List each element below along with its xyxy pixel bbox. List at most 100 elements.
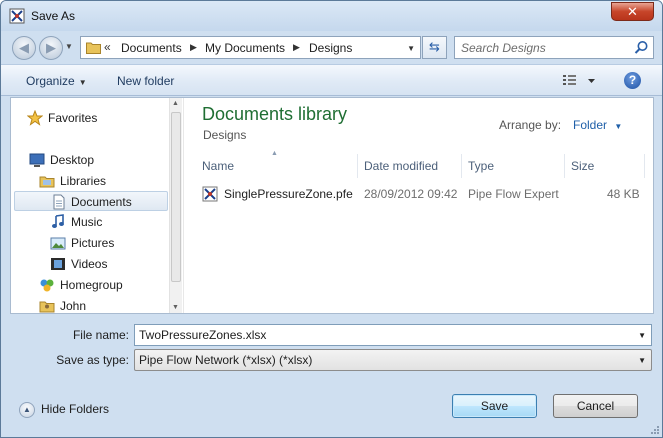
column-divider[interactable] — [357, 154, 358, 178]
column-label: Size — [571, 159, 595, 173]
help-icon[interactable]: ? — [624, 72, 641, 89]
window-title: Save As — [31, 9, 76, 23]
pipe-flow-file-icon — [202, 186, 218, 202]
forward-button[interactable]: ▶ — [39, 36, 63, 60]
app-icon — [9, 8, 25, 24]
table-row[interactable]: SinglePressureZone.pfe 28/09/2012 09:42 … — [202, 183, 647, 205]
file-size: 48 KB — [607, 187, 640, 201]
close-button[interactable]: ✕ — [611, 2, 654, 21]
column-label: Type — [468, 159, 495, 173]
nav-item-label: Libraries — [60, 174, 107, 188]
chevron-right-icon[interactable]: ▶ — [293, 42, 300, 53]
library-subtitle: Designs — [203, 128, 247, 142]
nav-item-label: Favorites — [48, 111, 98, 125]
chevron-down-icon[interactable]: ▼ — [638, 331, 646, 340]
file-name-combobox[interactable]: ▼ — [134, 324, 652, 346]
nav-item-favorites[interactable]: Favorites — [27, 108, 147, 128]
chevron-up-icon: ▲ — [19, 402, 35, 418]
nav-item-homegroup[interactable]: Homegroup — [39, 275, 159, 295]
nav-item-pictures[interactable]: Pictures — [50, 233, 170, 253]
arrow-right-icon: ▶ — [46, 40, 56, 55]
nav-item-label: Videos — [71, 257, 108, 271]
nav-item-music[interactable]: Music — [50, 212, 170, 232]
hide-folders-label: Hide Folders — [41, 402, 110, 416]
new-folder-button[interactable]: New folder — [117, 74, 174, 88]
resize-grip-icon[interactable] — [650, 425, 660, 435]
change-view-button[interactable] — [562, 73, 600, 89]
star-icon — [27, 110, 43, 126]
column-header-date-modified[interactable]: Date modified — [364, 154, 459, 178]
save-as-type-value: Pipe Flow Network (*xlsx) (*xlsx) — [139, 353, 313, 367]
organize-menu[interactable]: Organize ▼ — [26, 74, 87, 88]
chevron-right-icon[interactable]: ▶ — [190, 42, 197, 53]
recent-pages-dropdown[interactable]: ▼ — [65, 42, 73, 51]
libraries-icon — [39, 176, 55, 188]
scroll-down-icon[interactable]: ▼ — [172, 304, 179, 311]
breadcrumb-documents[interactable]: Documents — [121, 41, 182, 55]
breadcrumb-overflow[interactable]: « — [104, 40, 111, 54]
help-label: ? — [628, 73, 637, 87]
file-list-pane: Documents library Designs Arrange by: Fo… — [184, 98, 653, 313]
videos-icon — [51, 258, 65, 270]
library-title: Documents library — [202, 104, 348, 124]
column-label: Date modified — [364, 159, 439, 173]
close-icon: ✕ — [627, 4, 638, 19]
navigation-row: ◀ ▶ ▼ « Documents ▶ My Documents ▶ Desig… — [1, 31, 662, 63]
nav-item-desktop[interactable]: Desktop — [29, 150, 149, 170]
save-as-type-label: Save as type: — [56, 353, 129, 367]
column-header-type[interactable]: Type — [468, 154, 563, 178]
nav-scrollbar[interactable]: ▲ ▼ — [169, 98, 182, 313]
search-icon[interactable] — [634, 40, 649, 55]
nav-item-documents[interactable]: Documents — [14, 191, 168, 211]
organize-label: Organize — [26, 74, 75, 88]
cancel-button[interactable]: Cancel — [553, 394, 638, 418]
column-label: Name — [202, 159, 235, 173]
file-name-input[interactable] — [135, 325, 630, 345]
breadcrumb-my-documents[interactable]: My Documents — [205, 41, 285, 55]
chevron-down-icon: ▼ — [78, 78, 87, 87]
nav-item-label: John — [60, 299, 87, 313]
chevron-down-icon[interactable]: ▼ — [407, 44, 415, 53]
arrow-left-icon: ◀ — [19, 40, 29, 55]
title-bar: Save As ✕ — [1, 1, 662, 31]
breadcrumb-designs[interactable]: Designs — [309, 41, 352, 55]
music-icon — [52, 214, 64, 228]
documents-icon — [53, 194, 65, 210]
main-area: Favorites Desktop Libraries Documents Mu… — [10, 97, 654, 314]
column-divider[interactable] — [564, 154, 565, 178]
column-divider[interactable] — [461, 154, 462, 178]
arrange-by-dropdown[interactable]: Folder ▼ — [573, 118, 622, 132]
user-folder-icon — [39, 301, 55, 313]
column-header-size[interactable]: Size — [571, 154, 641, 178]
search-input[interactable] — [455, 37, 630, 58]
nav-item-videos[interactable]: Videos — [50, 254, 170, 274]
save-button[interactable]: Save — [452, 394, 537, 418]
chevron-down-icon: ▼ — [614, 122, 623, 131]
search-box[interactable] — [454, 36, 654, 59]
file-date: 28/09/2012 09:42 — [364, 187, 458, 201]
save-as-dialog: Save As ✕ ◀ ▶ ▼ « Documents ▶ My Documen… — [0, 0, 663, 438]
nav-item-label: Desktop — [50, 153, 95, 167]
nav-item-libraries[interactable]: Libraries — [39, 171, 159, 191]
view-list-icon — [563, 75, 595, 85]
file-name-label: File name: — [72, 328, 129, 342]
save-as-type-select[interactable]: Pipe Flow Network (*xlsx) (*xlsx) ▼ — [134, 349, 652, 371]
file-name: SinglePressureZone.pfe — [224, 187, 353, 201]
nav-item-label: Homegroup — [60, 278, 123, 292]
back-button[interactable]: ◀ — [12, 36, 36, 60]
chevron-down-icon[interactable]: ▼ — [638, 356, 646, 365]
file-type: Pipe Flow Expert — [468, 187, 559, 201]
column-divider[interactable] — [644, 154, 645, 178]
nav-item-label: Pictures — [71, 236, 115, 250]
arrange-by-label: Arrange by: — [499, 118, 562, 132]
address-bar[interactable]: « Documents ▶ My Documents ▶ Designs ▼ — [80, 36, 421, 59]
arrange-by-value: Folder — [573, 118, 608, 132]
homegroup-icon — [40, 279, 54, 292]
column-header-name[interactable]: Name — [202, 154, 357, 178]
nav-item-label: Music — [71, 215, 103, 229]
desktop-icon — [29, 153, 45, 167]
refresh-button[interactable]: ⇆ — [422, 36, 447, 59]
nav-item-john[interactable]: John — [39, 296, 159, 316]
scroll-up-icon[interactable]: ▲ — [172, 100, 179, 107]
scroll-thumb[interactable] — [171, 112, 181, 282]
